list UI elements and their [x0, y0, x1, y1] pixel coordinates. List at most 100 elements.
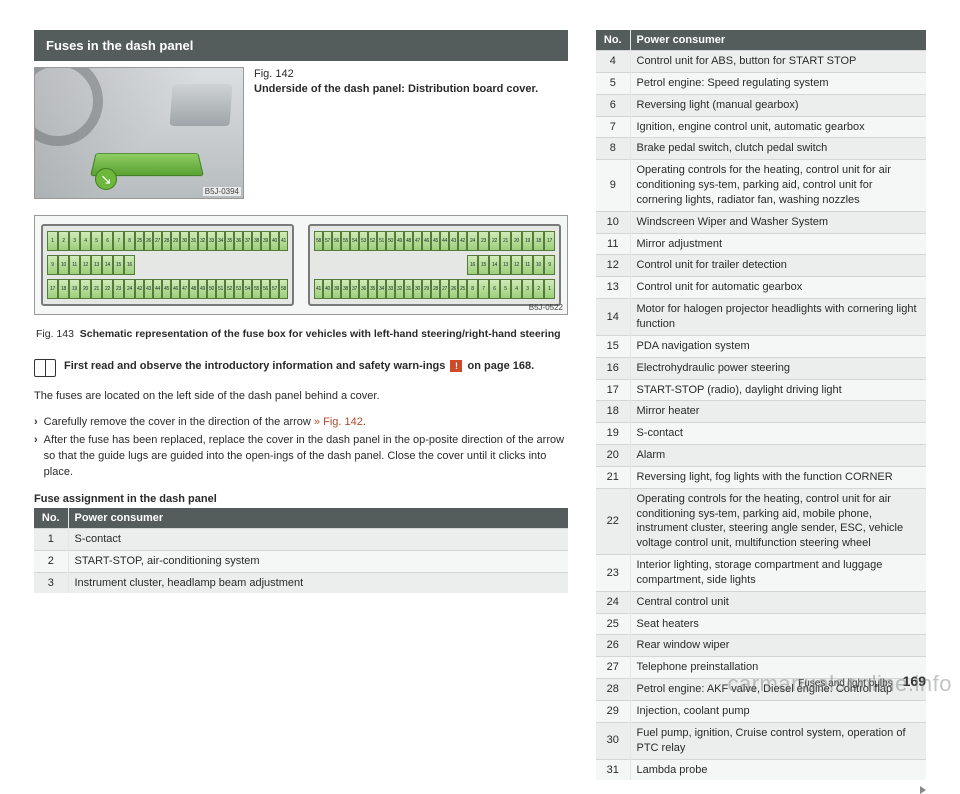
fuse-slot: 27 [440, 279, 449, 299]
fuse-number-cell: 15 [596, 335, 630, 357]
fuse-number-cell: 18 [596, 401, 630, 423]
fuse-slot: 15 [113, 255, 124, 275]
figure-143-id: B5J-0522 [529, 303, 563, 312]
fuse-slot: 44 [440, 231, 449, 251]
fuse-slot: 24 [124, 279, 135, 299]
fuse-number-cell: 24 [596, 591, 630, 613]
fuse-slot: 30 [413, 279, 422, 299]
fuse-slot: 34 [216, 231, 225, 251]
continued-indicator [596, 784, 926, 794]
fuse-slot: 12 [80, 255, 91, 275]
fuse-slot: 57 [323, 231, 332, 251]
fuse-number-cell: 10 [596, 211, 630, 233]
fuse-slot: 40 [323, 279, 332, 299]
fuse-slot: 23 [478, 231, 489, 251]
fuse-slot: 32 [198, 231, 207, 251]
fuse-table-heading: Fuse assignment in the dash panel [34, 493, 568, 505]
fuse-slot: 22 [102, 279, 113, 299]
fuse-slot: 34 [377, 279, 386, 299]
fuse-consumer-cell: Reversing light, fog lights with the fun… [630, 466, 926, 488]
fuse-slot: 29 [171, 231, 180, 251]
fuse-slot: 13 [500, 255, 511, 275]
fuse-slot: 53 [359, 231, 368, 251]
fuse-slot: 46 [422, 231, 431, 251]
fuse-slot: 3 [69, 231, 80, 251]
fuse-slot: 42 [135, 279, 144, 299]
fuse-slot: 5 [91, 231, 102, 251]
fuse-number-cell: 29 [596, 701, 630, 723]
fuse-slot: 15 [478, 255, 489, 275]
fuse-slot: 41 [314, 279, 323, 299]
fuse-number-cell: 11 [596, 233, 630, 255]
figure-142-id: B5J-0394 [203, 187, 241, 196]
fuse-slot: 50 [386, 231, 395, 251]
fuse-slot: 20 [511, 231, 522, 251]
table-row: 31Lambda probe [596, 759, 926, 780]
fuse-number-cell: 26 [596, 635, 630, 657]
fuse-slot: 38 [252, 231, 261, 251]
table-row: 10Windscreen Wiper and Washer System [596, 211, 926, 233]
fuse-slot: 52 [368, 231, 377, 251]
fuse-slot: 10 [58, 255, 69, 275]
fuse-consumer-cell: Alarm [630, 445, 926, 467]
fuse-slot: 24 [467, 231, 478, 251]
fuse-slot: 19 [69, 279, 80, 299]
fuse-number-cell: 20 [596, 445, 630, 467]
fuse-number-cell: 1 [34, 528, 68, 550]
step-text: After the fuse has been replaced, replac… [44, 433, 568, 481]
fuse-consumer-cell: Windscreen Wiper and Washer System [630, 211, 926, 233]
fuse-slot: 56 [261, 279, 270, 299]
fuse-slot: 26 [449, 279, 458, 299]
fuse-slot: 26 [144, 231, 153, 251]
figure-143-caption: Fig. 143 Schematic representation of the… [36, 327, 566, 341]
read-first-text: First read and observe the introductory … [64, 359, 534, 374]
col-header-no: No. [596, 30, 630, 51]
col-header-consumer: Power consumer [630, 30, 926, 51]
table-row: 6Reversing light (manual gearbox) [596, 94, 926, 116]
fuse-slot: 55 [252, 279, 261, 299]
fuse-slot: 21 [91, 279, 102, 299]
fuse-slot: 3 [522, 279, 533, 299]
glovebox-illustration [170, 84, 233, 126]
fuse-slot: 13 [91, 255, 102, 275]
fuse-number-cell: 5 [596, 72, 630, 94]
fuse-slot: 35 [225, 231, 234, 251]
col-header-no: No. [34, 508, 68, 529]
fuse-slot: 1 [544, 279, 555, 299]
fuse-number-cell: 3 [34, 572, 68, 593]
table-row: 25Seat heaters [596, 613, 926, 635]
fuse-consumer-cell: Instrument cluster, headlamp beam adjust… [68, 572, 568, 593]
fuse-consumer-cell: Operating controls for the heating, cont… [630, 488, 926, 554]
table-row: 23Interior lighting, storage compartment… [596, 555, 926, 592]
table-row: 22Operating controls for the heating, co… [596, 488, 926, 554]
fuse-slot: 14 [489, 255, 500, 275]
book-icon [34, 359, 56, 377]
right-column: No. Power consumer 4Control unit for ABS… [582, 30, 926, 681]
fuse-slot: 8 [124, 231, 135, 251]
fuse-consumer-cell: Control unit for automatic gearbox [630, 277, 926, 299]
fuse-slot: 21 [500, 231, 511, 251]
fuse-consumer-cell: Brake pedal switch, clutch pedal switch [630, 138, 926, 160]
footer-page-number: 169 [903, 673, 926, 689]
table-row: 26Rear window wiper [596, 635, 926, 657]
fuse-slot: 45 [162, 279, 171, 299]
fuse-number-cell: 25 [596, 613, 630, 635]
fuse-slot: 18 [58, 279, 69, 299]
figure-143-label: Fig. 143 [36, 328, 74, 340]
table-row: 18Mirror heater [596, 401, 926, 423]
table-row: 19S-contact [596, 423, 926, 445]
fuse-slot: 12 [511, 255, 522, 275]
fuse-slot: 6 [489, 279, 500, 299]
table-row: 1S-contact [34, 528, 568, 550]
warning-icon: ! [450, 360, 462, 372]
steering-wheel-illustration [34, 67, 103, 146]
fuse-slot: 37 [350, 279, 359, 299]
table-row: 5Petrol engine: Speed regulating system [596, 72, 926, 94]
table-row: 11Mirror adjustment [596, 233, 926, 255]
fuse-slot: 49 [198, 279, 207, 299]
table-row: 8Brake pedal switch, clutch pedal switch [596, 138, 926, 160]
fuse-number-cell: 13 [596, 277, 630, 299]
fuse-slot: 54 [243, 279, 252, 299]
table-row: 14Motor for halogen projector headlights… [596, 299, 926, 336]
fuse-slot: 41 [279, 231, 288, 251]
